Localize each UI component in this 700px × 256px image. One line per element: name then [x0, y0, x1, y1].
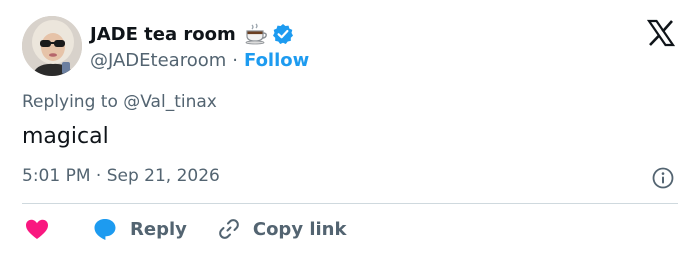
reply-button[interactable]: Reply — [92, 216, 187, 242]
author-display-name[interactable]: JADE tea room — [90, 24, 236, 45]
info-icon[interactable] — [651, 166, 675, 190]
tweet-text: magical — [22, 124, 109, 149]
reply-label: Reply — [130, 218, 187, 240]
tweet-card: JADE tea room @JADEtearoom · Follow Repl… — [0, 0, 700, 256]
avatar[interactable] — [22, 16, 82, 76]
speech-bubble-icon — [94, 219, 116, 240]
copy-link-button[interactable]: Copy link — [217, 217, 347, 241]
handle-separator: · — [232, 49, 238, 71]
like-button[interactable] — [22, 214, 52, 244]
action-bar: Reply Copy link — [22, 214, 346, 244]
link-icon — [219, 219, 239, 239]
divider — [22, 203, 678, 204]
verified-badge-icon — [272, 23, 294, 45]
author-handle-row: @JADEtearoom · Follow — [90, 47, 309, 73]
heart-icon — [26, 219, 48, 239]
avatar-image — [22, 16, 82, 76]
author-name-row: JADE tea room — [90, 20, 294, 48]
copy-link-label: Copy link — [252, 218, 347, 240]
reply-context[interactable]: Replying to @Val_tinax — [22, 92, 217, 112]
tweet-timestamp[interactable]: 5:01 PM · Sep 21, 2026 — [22, 166, 220, 186]
teacup-icon — [244, 23, 268, 45]
x-logo-icon[interactable] — [646, 18, 676, 48]
follow-button[interactable]: Follow — [244, 50, 309, 71]
author-handle[interactable]: @JADEtearoom — [90, 50, 226, 71]
